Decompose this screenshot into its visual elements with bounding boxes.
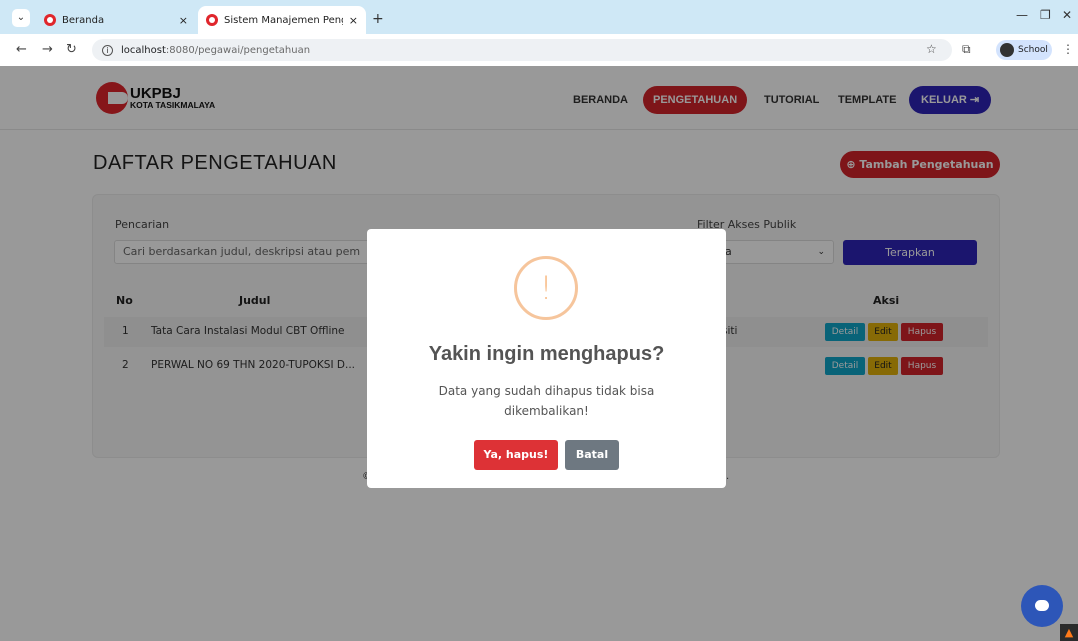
site-info-icon[interactable]: i bbox=[102, 44, 113, 56]
reload-icon[interactable]: ↻ bbox=[66, 42, 77, 57]
tab-label: Beranda bbox=[62, 14, 105, 26]
address-bar[interactable]: i localhost:8080/pegawai/pengetahuan bbox=[92, 39, 952, 61]
close-icon[interactable]: × bbox=[349, 14, 358, 27]
browser-chrome: ⌄ Beranda × Sistem Manajemen Pengetahua … bbox=[0, 0, 1078, 66]
back-icon[interactable]: ← bbox=[16, 42, 27, 57]
warning-icon: ! bbox=[514, 256, 578, 320]
url-host: localhost bbox=[121, 44, 166, 56]
favicon-icon bbox=[206, 14, 218, 26]
tab-search-icon[interactable]: ⌄ bbox=[12, 9, 30, 27]
modal-text: Data yang sudah dihapus tidak bisa dikem… bbox=[438, 384, 655, 418]
profile-button[interactable]: School bbox=[996, 40, 1052, 60]
avatar bbox=[1000, 43, 1014, 57]
profile-label: School bbox=[1018, 45, 1048, 55]
forward-icon[interactable]: → bbox=[42, 42, 53, 57]
extensions-icon[interactable]: ⧉ bbox=[962, 42, 971, 57]
bookmark-star-icon[interactable]: ☆ bbox=[926, 42, 937, 56]
tab-sistem-manajemen[interactable]: Sistem Manajemen Pengetahua × bbox=[198, 6, 366, 34]
chat-bubble-icon bbox=[1035, 600, 1049, 611]
close-icon[interactable]: × bbox=[179, 14, 188, 27]
tab-beranda[interactable]: Beranda × bbox=[36, 6, 196, 34]
chat-button[interactable] bbox=[1021, 585, 1063, 627]
favicon-icon bbox=[44, 14, 56, 26]
url-path: :8080/pegawai/pengetahuan bbox=[165, 44, 311, 56]
menu-kebab-icon[interactable]: ⋮ bbox=[1062, 42, 1074, 56]
cancel-button[interactable]: Batal bbox=[565, 440, 619, 470]
tab-label: Sistem Manajemen Pengetahua bbox=[224, 14, 343, 26]
confirm-delete-modal: ! Yakin ingin menghapus? Data yang sudah… bbox=[367, 229, 726, 488]
modal-title: Yakin ingin menghapus? bbox=[428, 343, 665, 365]
minimize-icon[interactable]: — bbox=[1016, 8, 1028, 22]
confirm-delete-button[interactable]: Ya, hapus! bbox=[474, 440, 558, 470]
flame-icon: ▲ bbox=[1060, 624, 1078, 641]
window-close-icon[interactable]: ✕ bbox=[1062, 8, 1072, 22]
browser-toolbar: ← → ↻ i localhost:8080/pegawai/pengetahu… bbox=[0, 34, 1078, 66]
new-tab-button[interactable]: + bbox=[372, 11, 384, 27]
restore-icon[interactable]: ❐ bbox=[1040, 8, 1051, 22]
